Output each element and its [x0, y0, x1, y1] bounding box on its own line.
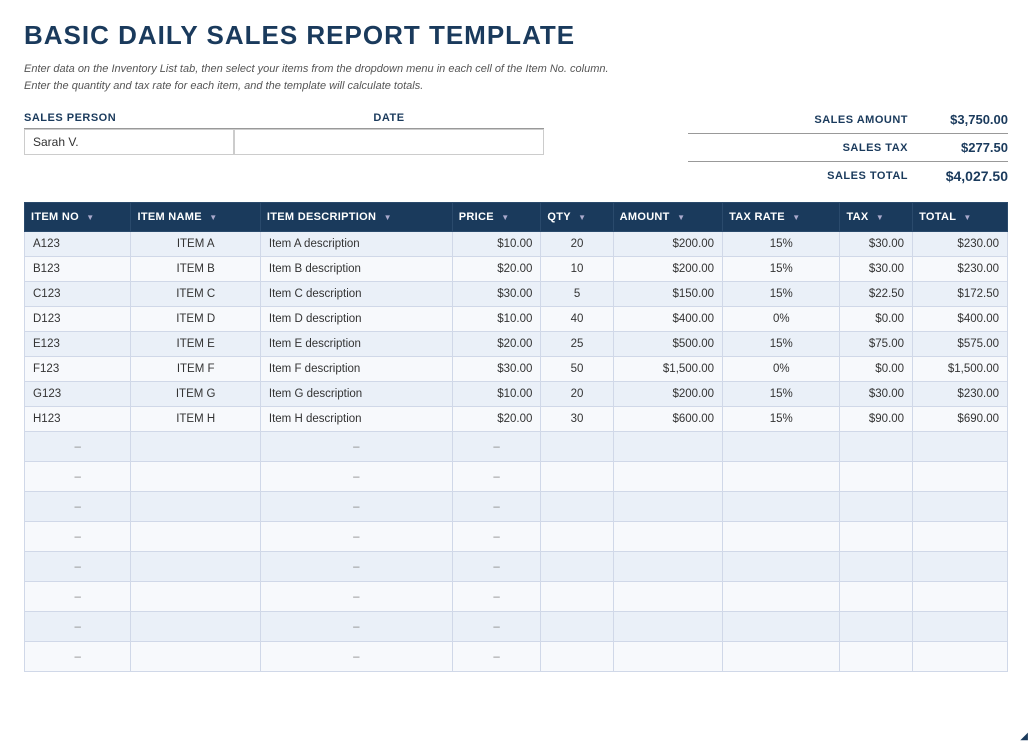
sales-person-label: SALES PERSON	[24, 112, 234, 124]
empty-row: –––	[25, 552, 1008, 582]
price-dropdown-icon[interactable]: ▼	[501, 213, 509, 222]
empty-row: –––	[25, 582, 1008, 612]
field-inputs: Sarah V.	[24, 128, 544, 155]
tax-rate-dropdown-icon[interactable]: ▼	[792, 213, 800, 222]
empty-row: –––	[25, 432, 1008, 462]
table-row: E123ITEM EItem E description$20.0025$500…	[25, 332, 1008, 357]
page-title: BASIC DAILY SALES REPORT TEMPLATE	[24, 20, 1008, 51]
sales-amount-label: SALES AMOUNT	[778, 114, 908, 126]
date-input[interactable]	[234, 129, 544, 155]
table-row: H123ITEM HItem H description$20.0030$600…	[25, 407, 1008, 432]
top-section: SALES PERSON DATE Sarah V. SALES AMOUNT …	[24, 112, 1008, 184]
table-row: B123ITEM BItem B description$20.0010$200…	[25, 257, 1008, 282]
col-total[interactable]: TOTAL ▼	[913, 203, 1008, 232]
col-qty[interactable]: QTY ▼	[541, 203, 613, 232]
amount-dropdown-icon[interactable]: ▼	[677, 213, 685, 222]
corner-mark: ◢	[1020, 731, 1028, 742]
table-row: A123ITEM AItem A description$10.0020$200…	[25, 232, 1008, 257]
left-fields: SALES PERSON DATE Sarah V.	[24, 112, 544, 155]
empty-row: –––	[25, 642, 1008, 672]
sales-amount-value: $3,750.00	[918, 112, 1008, 127]
right-summary: SALES AMOUNT $3,750.00 SALES TAX $277.50…	[688, 112, 1008, 184]
col-amount[interactable]: AMOUNT ▼	[613, 203, 722, 232]
tax-dropdown-icon[interactable]: ▼	[876, 213, 884, 222]
sales-amount-row: SALES AMOUNT $3,750.00	[688, 112, 1008, 127]
empty-row: –––	[25, 462, 1008, 492]
col-tax-rate[interactable]: TAX RATE ▼	[723, 203, 840, 232]
col-price[interactable]: PRICE ▼	[452, 203, 541, 232]
item-name-dropdown-icon[interactable]: ▼	[209, 213, 217, 222]
item-desc-dropdown-icon[interactable]: ▼	[384, 213, 392, 222]
col-item-name[interactable]: ITEM NAME ▼	[131, 203, 260, 232]
table-row: C123ITEM CItem C description$30.005$150.…	[25, 282, 1008, 307]
sales-tax-value: $277.50	[918, 140, 1008, 155]
sales-total-row: SALES TOTAL $4,027.50	[688, 168, 1008, 184]
col-item-no[interactable]: ITEM NO ▼	[25, 203, 131, 232]
col-tax[interactable]: TAX ▼	[840, 203, 913, 232]
empty-row: –––	[25, 612, 1008, 642]
empty-row: –––	[25, 522, 1008, 552]
sales-tax-row: SALES TAX $277.50	[688, 140, 1008, 155]
subtitle: Enter data on the Inventory List tab, th…	[24, 61, 1008, 94]
total-dropdown-icon[interactable]: ▼	[963, 213, 971, 222]
table-row: G123ITEM GItem G description$10.0020$200…	[25, 382, 1008, 407]
sales-table: ITEM NO ▼ ITEM NAME ▼ ITEM DESCRIPTION ▼…	[24, 202, 1008, 672]
sales-total-value: $4,027.50	[918, 168, 1008, 184]
col-item-desc[interactable]: ITEM DESCRIPTION ▼	[260, 203, 452, 232]
table-row: F123ITEM FItem F description$30.0050$1,5…	[25, 357, 1008, 382]
table-row: D123ITEM DItem D description$10.0040$400…	[25, 307, 1008, 332]
table-header-row: ITEM NO ▼ ITEM NAME ▼ ITEM DESCRIPTION ▼…	[25, 203, 1008, 232]
sales-tax-label: SALES TAX	[778, 142, 908, 154]
date-label: DATE	[234, 112, 544, 124]
item-no-dropdown-icon[interactable]: ▼	[86, 213, 94, 222]
field-labels: SALES PERSON DATE	[24, 112, 544, 124]
sales-total-label: SALES TOTAL	[778, 170, 908, 182]
empty-row: –––	[25, 492, 1008, 522]
qty-dropdown-icon[interactable]: ▼	[578, 213, 586, 222]
sales-person-input[interactable]: Sarah V.	[24, 129, 234, 155]
